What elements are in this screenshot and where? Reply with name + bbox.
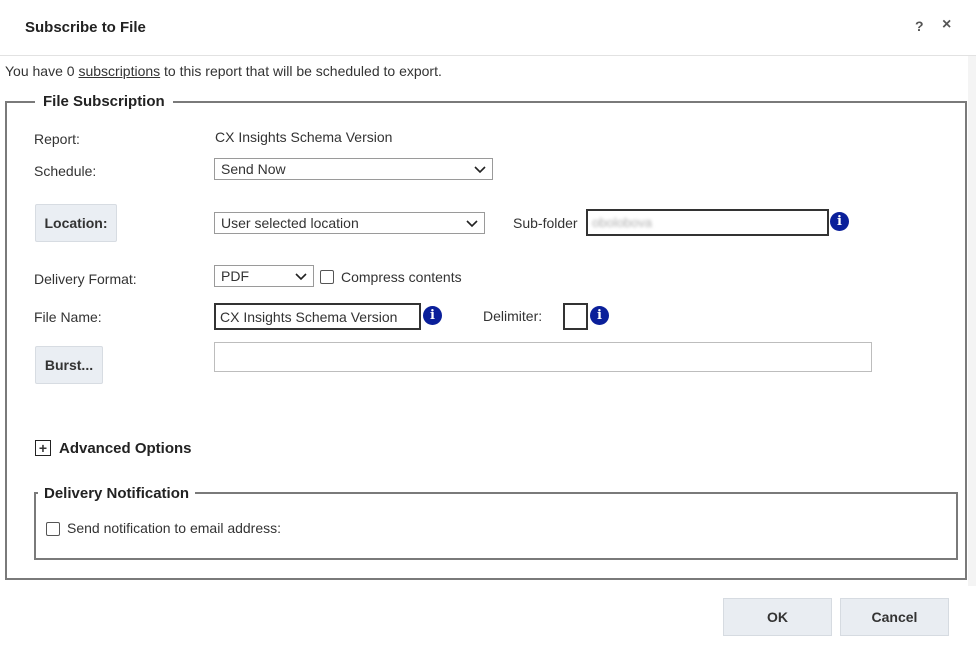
file-subscription-legend: File Subscription (35, 93, 173, 110)
delimiter-label: Delimiter: (483, 308, 543, 324)
chevron-down-icon (466, 220, 478, 228)
subfolder-value: obolobova (592, 215, 652, 230)
delivery-format-value: PDF (221, 268, 249, 284)
help-icon[interactable]: ? (915, 18, 924, 34)
subscriptions-link[interactable]: subscriptions (78, 63, 160, 79)
email-notification-checkbox[interactable] (46, 522, 60, 536)
delivery-notification-legend: Delivery Notification (38, 485, 196, 502)
report-value: CX Insights Schema Version (215, 129, 393, 145)
info-prefix: You have 0 (5, 63, 79, 79)
file-name-info-icon[interactable]: i (423, 306, 442, 325)
subfolder-label: Sub-folder (513, 215, 578, 231)
cancel-button[interactable]: Cancel (840, 598, 949, 636)
delimiter-input[interactable] (563, 303, 588, 330)
delivery-format-select[interactable]: PDF (214, 265, 314, 287)
compress-contents-label: Compress contents (341, 269, 462, 285)
subfolder-info-icon[interactable]: i (830, 212, 849, 231)
dialog-title: Subscribe to File (25, 19, 146, 36)
email-notification-label: Send notification to email address: (67, 520, 282, 536)
location-value: User selected location (221, 215, 359, 231)
info-suffix: to this report that will be scheduled to… (160, 63, 442, 79)
dialog-titlebar: Subscribe to File ? × (0, 0, 976, 56)
file-name-label: File Name: (34, 309, 102, 325)
burst-input[interactable] (214, 342, 872, 372)
scrollbar[interactable] (968, 56, 976, 586)
advanced-options-label[interactable]: Advanced Options (59, 440, 192, 457)
chevron-down-icon (474, 166, 486, 174)
ok-button[interactable]: OK (723, 598, 832, 636)
burst-button[interactable]: Burst... (35, 346, 103, 384)
file-name-input[interactable]: CX Insights Schema Version (214, 303, 421, 330)
delivery-format-label: Delivery Format: (34, 271, 137, 287)
location-select[interactable]: User selected location (214, 212, 485, 234)
subscription-info: You have 0 subscriptions to this report … (5, 63, 442, 79)
compress-contents-checkbox[interactable] (320, 270, 334, 284)
location-button[interactable]: Location: (35, 204, 117, 242)
schedule-select[interactable]: Send Now (214, 158, 493, 180)
subfolder-input[interactable]: obolobova (586, 209, 829, 236)
file-name-value: CX Insights Schema Version (220, 309, 398, 325)
schedule-value: Send Now (221, 161, 286, 177)
subscribe-dialog: Subscribe to File ? × You have 0 subscri… (0, 0, 976, 662)
expand-advanced-icon[interactable]: + (35, 440, 51, 456)
close-icon[interactable]: × (942, 16, 951, 34)
schedule-label: Schedule: (34, 163, 97, 179)
delimiter-info-icon[interactable]: i (590, 306, 609, 325)
report-label: Report: (34, 131, 80, 147)
chevron-down-icon (295, 273, 307, 281)
